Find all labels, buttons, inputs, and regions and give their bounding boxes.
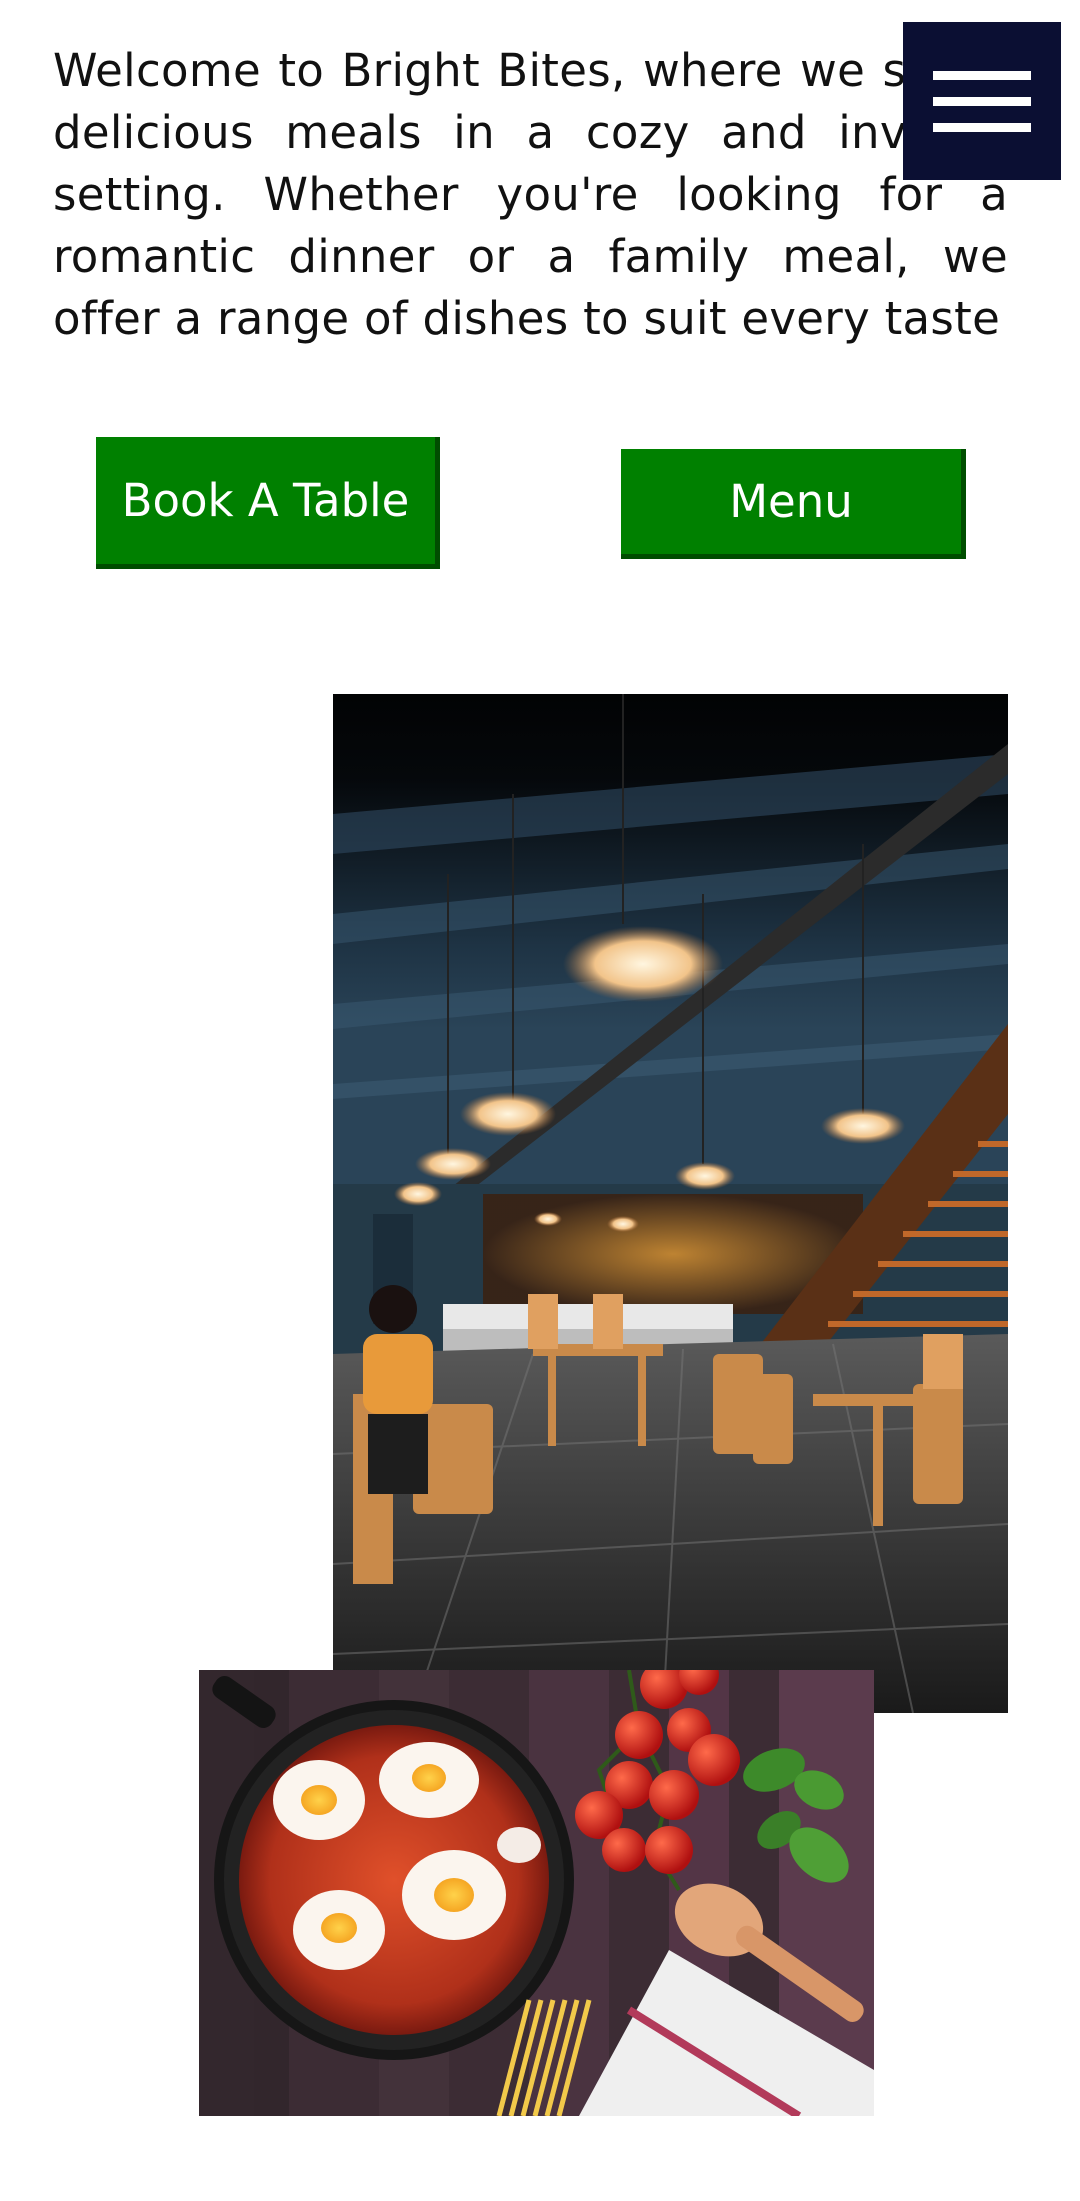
restaurant-interior-illustration: [333, 694, 1008, 1713]
hamburger-icon: [933, 96, 1031, 106]
hamburger-menu-button[interactable]: [903, 22, 1061, 180]
intro-text: Welcome to Bright Bites, where we serve …: [53, 44, 1008, 345]
shakshuka-food-image: [199, 1670, 874, 2116]
restaurant-interior-image: [333, 694, 1008, 1713]
hamburger-icon: [933, 70, 1031, 80]
hamburger-icon: [933, 122, 1031, 132]
shakshuka-illustration: [199, 1670, 874, 2116]
menu-button[interactable]: Menu: [621, 449, 966, 559]
book-table-button[interactable]: Book A Table: [96, 437, 440, 569]
